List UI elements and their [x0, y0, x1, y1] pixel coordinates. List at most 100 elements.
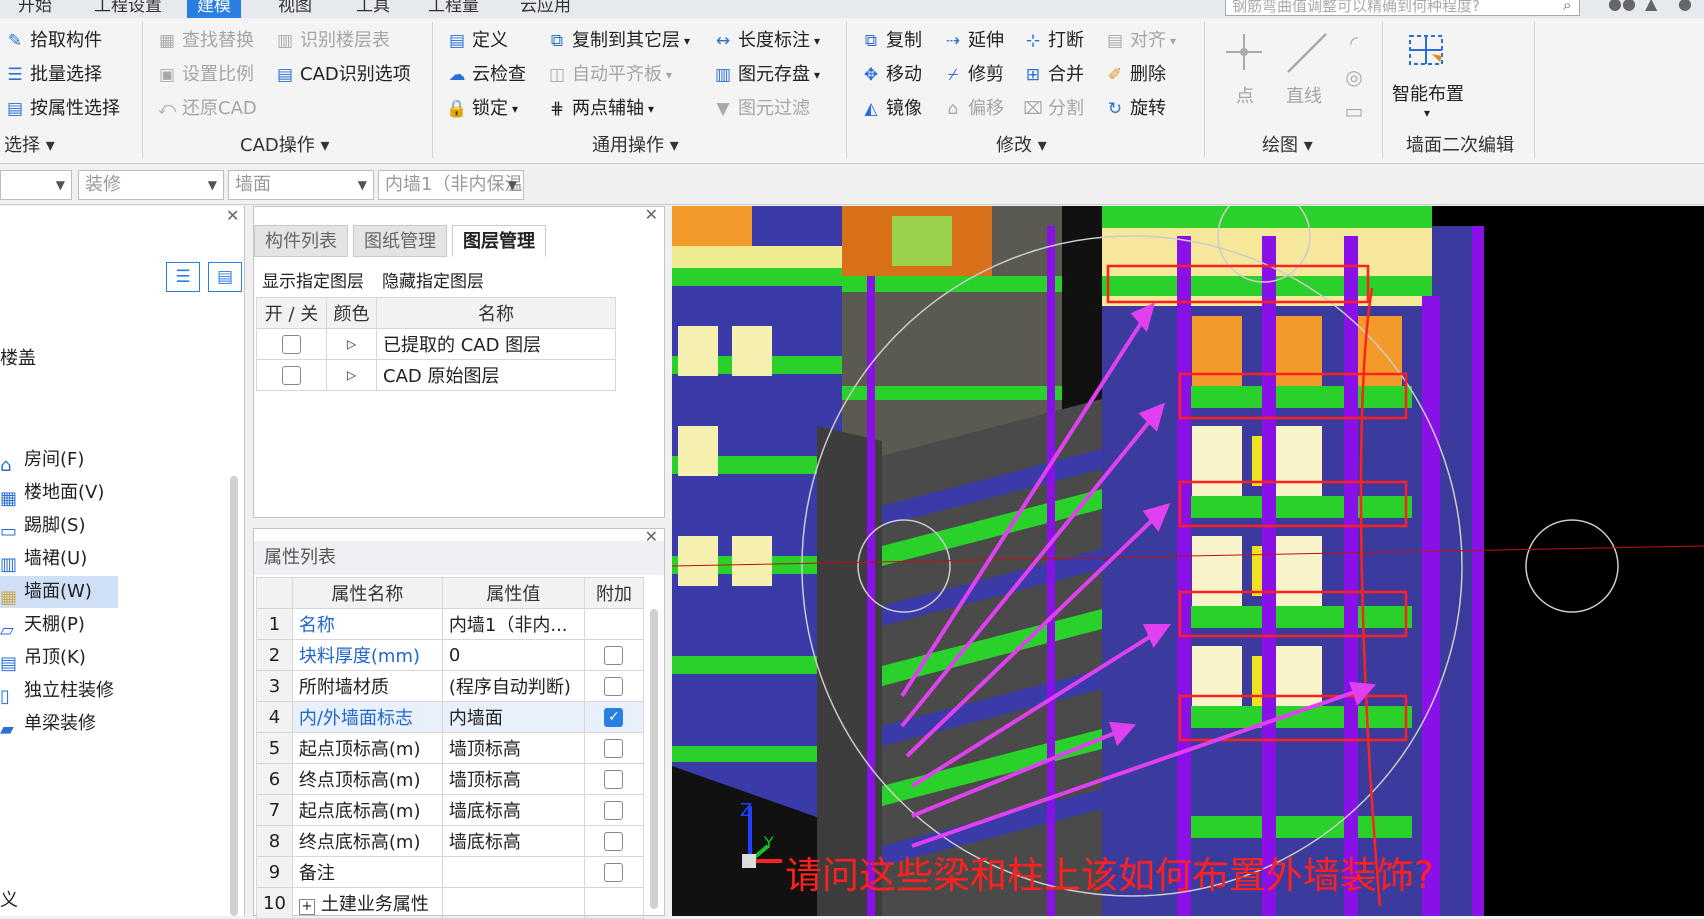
split-button[interactable]: ⌧ 分割 [1022, 94, 1084, 124]
cad-options-button[interactable]: ▤ CAD识别选项 [274, 60, 411, 90]
table-row[interactable]: 3 所附墙材质 (程序自动判断) [256, 670, 645, 702]
arc-icon[interactable]: ◜ [1342, 26, 1366, 60]
chevron-down-icon[interactable]: ▾ [1424, 106, 1430, 120]
3d-viewport[interactable]: Z Y [672, 206, 1704, 916]
show-layer-button[interactable]: 显示指定图层 [262, 267, 364, 292]
menu-project-settings[interactable]: 工程设置 [84, 0, 172, 18]
nav-item-beam-finish[interactable]: ▰ 单梁装修 [0, 708, 200, 740]
building-model[interactable]: Z Y [672, 206, 1704, 916]
break-button[interactable]: ⊹ 打断 [1022, 26, 1084, 56]
category-select[interactable]: 装修 ▼ [78, 170, 224, 200]
rectangle-icon[interactable]: ▭ [1342, 94, 1366, 128]
lock-button[interactable]: 🔒 锁定 ▾ [446, 94, 518, 124]
extra-checkbox[interactable]: ✓ [604, 708, 624, 727]
nav-item-floor[interactable]: ▦ 楼地面(V) [0, 477, 200, 509]
cloud-check-button[interactable]: ☁ 云检查 [446, 60, 527, 90]
batch-select-button[interactable]: ☰ 批量选择 [4, 60, 102, 90]
define-button[interactable]: ▤ 定义 [446, 26, 508, 56]
table-row[interactable]: 5 起点顶标高(m) 墙顶标高 [256, 732, 645, 764]
floor-tree-item[interactable]: 楼盖 [0, 344, 36, 370]
table-row[interactable]: 10 + 土建业务属性 [256, 887, 645, 919]
two-point-axis-button[interactable]: ⋕ 两点辅轴 ▾ [546, 94, 654, 124]
table-row[interactable]: 8 终点底标高(m) 墙底标高 [256, 825, 645, 857]
smart-layout-button[interactable] [1404, 28, 1448, 72]
menu-quantity[interactable]: 工程量 [418, 0, 489, 18]
account-icon[interactable]: ●● [1608, 0, 1636, 13]
line-draw-button[interactable] [1282, 28, 1332, 76]
offset-button[interactable]: ⌂ 偏移 [942, 94, 1004, 124]
nav-item-skirting[interactable]: ▭ 踢脚(S) [0, 510, 200, 542]
table-row[interactable]: 4 内/外墙面标志 内墙面 ✓ [256, 701, 645, 733]
arc-tools[interactable]: ◜ ◎ ▭ [1342, 26, 1366, 128]
table-row[interactable]: 9 备注 [256, 856, 645, 888]
table-row[interactable]: 1 名称 内墙1（非内... [256, 608, 645, 640]
restore-cad-button[interactable]: ⤺ 还原CAD [156, 94, 257, 124]
tab-component-list[interactable]: 构件列表 [254, 225, 348, 257]
extend-button[interactable]: ⇢ 延伸 [942, 26, 1004, 56]
move-button[interactable]: ✥ 移动 [860, 60, 922, 90]
extra-checkbox[interactable] [604, 677, 624, 696]
general-group-label[interactable]: 通用操作 ▾ [592, 132, 679, 160]
type-select[interactable]: 墙面 ▼ [228, 170, 374, 200]
nav-item-dado[interactable]: ▥ 墙裙(U) [0, 543, 200, 575]
nav-item-ceiling[interactable]: ▱ 天棚(P) [0, 609, 200, 641]
property-value[interactable] [441, 856, 585, 888]
bell-icon[interactable]: ▲ [1645, 0, 1657, 13]
expand-arrow-icon[interactable]: ▷ [326, 328, 377, 360]
menu-view[interactable]: 视图 [268, 0, 322, 18]
property-value[interactable]: 内墙面 [441, 701, 585, 733]
extra-checkbox[interactable] [604, 770, 624, 789]
hide-layer-button[interactable]: 隐藏指定图层 [382, 267, 484, 292]
property-value[interactable] [441, 887, 585, 919]
property-value[interactable]: (程序自动判断) [441, 670, 585, 702]
menu-modeling[interactable]: 建模 [187, 0, 241, 18]
point-draw-button[interactable] [1222, 30, 1266, 74]
menu-start[interactable]: 开始 [8, 0, 62, 18]
rotate-button[interactable]: ↻ 旋转 [1104, 94, 1166, 124]
copy-button[interactable]: ⧉ 复制 [860, 26, 922, 56]
merge-button[interactable]: ⊞ 合并 [1022, 60, 1084, 90]
table-row[interactable]: 7 起点底标高(m) 墙底标高 [256, 794, 645, 826]
element-save-button[interactable]: ▥ 图元存盘 ▾ [712, 60, 820, 90]
select-by-property-button[interactable]: ▤ 按属性选择 [4, 94, 120, 124]
detail-view-icon[interactable]: ▤ [208, 262, 242, 292]
extra-checkbox[interactable] [604, 832, 624, 851]
table-row[interactable]: 6 终点顶标高(m) 墙顶标高 [256, 763, 645, 795]
help-icon[interactable]: ● [1678, 0, 1692, 13]
close-icon[interactable]: ✕ [645, 205, 658, 224]
close-icon[interactable]: ✕ [226, 206, 239, 225]
pick-element-button[interactable]: ✎ 拾取构件 [4, 26, 102, 56]
property-value[interactable]: 0 [441, 639, 585, 671]
search-input[interactable]: 钢筋弯曲值调整可以精确到何种程度? [1225, 0, 1580, 16]
set-scale-button[interactable]: ▣ 设置比例 [156, 60, 254, 90]
nav-item-wall-surface[interactable]: ▦ 墙面(W) [0, 576, 118, 608]
element-filter-button[interactable]: ▼ 图元过滤 [712, 94, 810, 124]
property-value[interactable]: 墙底标高 [441, 825, 585, 857]
table-row[interactable]: ▷ CAD 原始图层 [256, 359, 616, 391]
cad-group-label[interactable]: CAD操作 ▾ [240, 132, 330, 160]
modify-group-label[interactable]: 修改 ▾ [996, 132, 1047, 160]
extra-checkbox[interactable] [604, 646, 624, 665]
delete-button[interactable]: ✐ 删除 [1104, 60, 1166, 90]
search-icon[interactable]: ⌕ [1563, 0, 1571, 14]
find-replace-button[interactable]: ▦ 查找替换 [156, 26, 254, 56]
align-button[interactable]: ▤ 对齐 ▾ [1104, 26, 1176, 56]
extra-checkbox[interactable] [604, 739, 624, 758]
menu-cloud[interactable]: 云应用 [510, 0, 581, 18]
property-value[interactable]: 墙底标高 [441, 794, 585, 826]
list-view-icon[interactable]: ☰ [166, 262, 200, 292]
tab-drawing-management[interactable]: 图纸管理 [353, 225, 447, 257]
left-scrollbar[interactable] [230, 476, 238, 916]
select-group-label[interactable]: 选择 ▾ [4, 132, 55, 160]
nav-item-room[interactable]: ⌂ 房间(F) [0, 444, 200, 476]
tab-layer-management[interactable]: 图层管理 [452, 225, 546, 257]
draw-group-label[interactable]: 绘图 ▾ [1262, 132, 1313, 160]
property-scrollbar[interactable] [650, 609, 658, 909]
expand-arrow-icon[interactable]: ▷ [326, 359, 377, 391]
identify-floor-table-button[interactable]: ▥ 识别楼层表 [274, 26, 390, 56]
property-value[interactable]: 墙顶标高 [441, 763, 585, 795]
circle-icon[interactable]: ◎ [1342, 60, 1366, 94]
floor-select[interactable]: ▼ [0, 170, 72, 200]
property-value[interactable]: 内墙1（非内... [441, 608, 585, 640]
element-select[interactable]: 内墙1（非内保温）▼ [378, 170, 524, 200]
